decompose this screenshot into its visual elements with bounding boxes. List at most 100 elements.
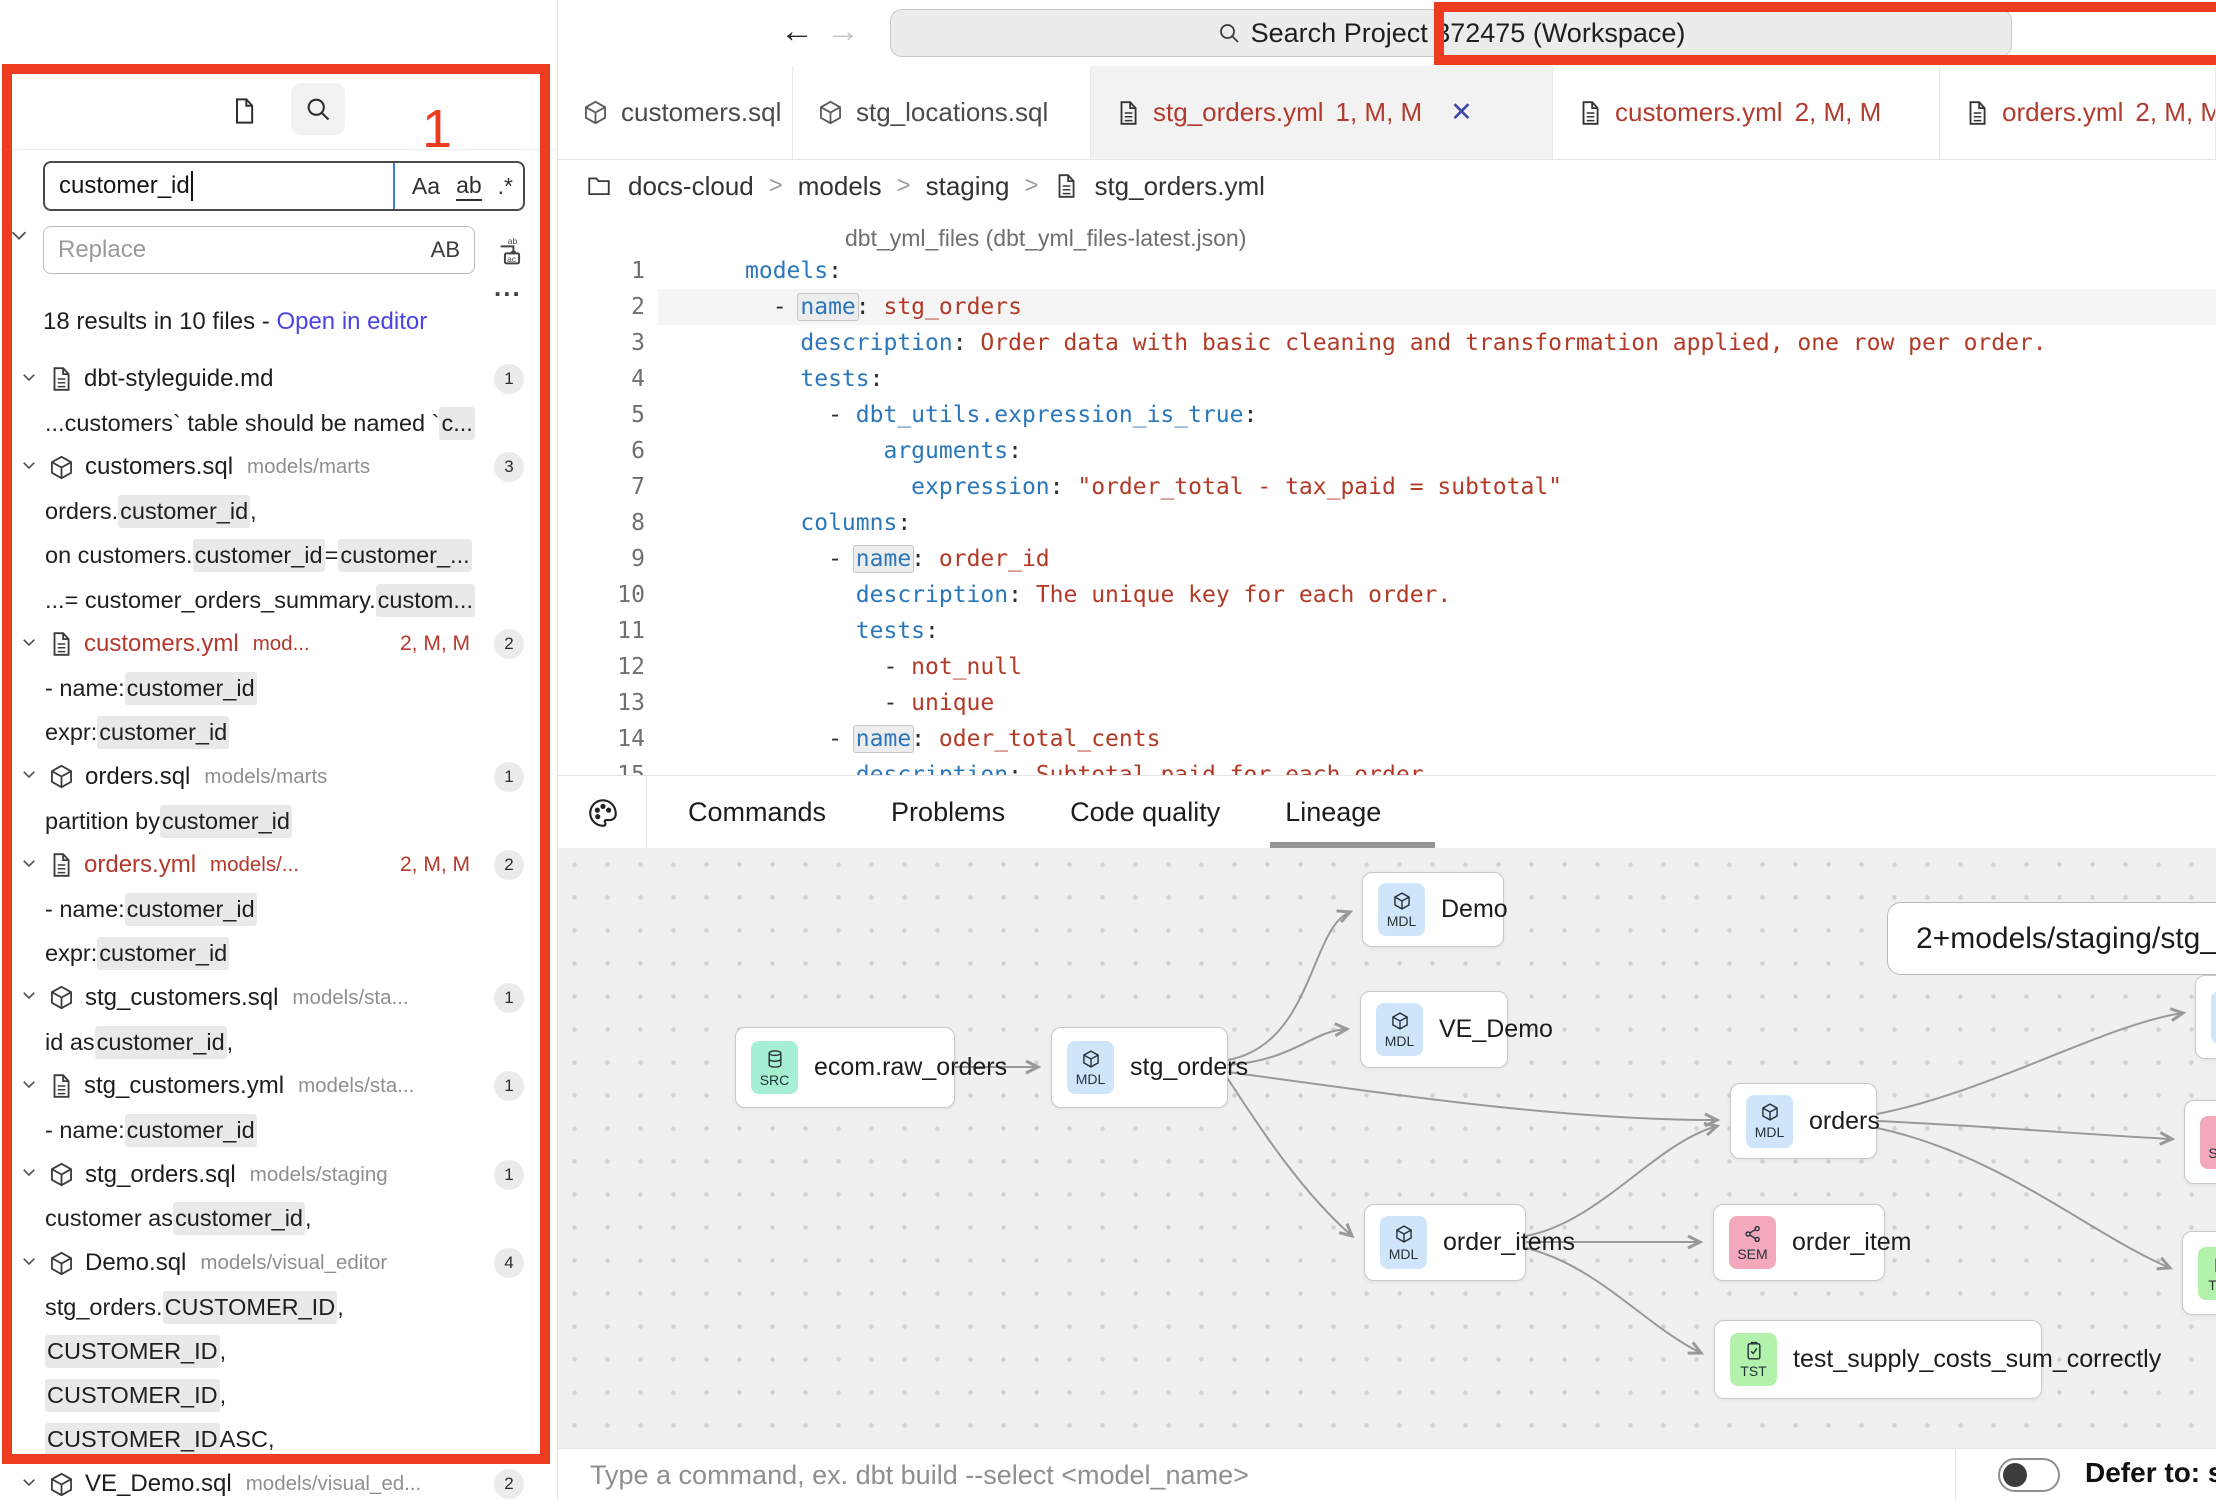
lineage-node-p2[interactable]: SEM [2184, 1100, 2216, 1184]
result-file-row[interactable]: Demo.sqlmodels/visual_editor4 [0, 1241, 558, 1285]
forward-arrow-icon[interactable]: → [826, 12, 860, 51]
lineage-edge-orders-p3 [1877, 1128, 2170, 1268]
breadcrumb-item[interactable]: models [798, 171, 882, 202]
code-line[interactable]: 12 - not_null [558, 649, 2216, 685]
result-match-row[interactable]: expr: customer_id [0, 711, 558, 755]
result-match-row[interactable]: - name: customer_id [0, 666, 558, 710]
result-file-row[interactable]: stg_customers.sqlmodels/sta...1 [0, 976, 558, 1020]
match-count-badge: 2 [494, 850, 524, 880]
breadcrumb-item[interactable]: stg_orders.yml [1094, 171, 1265, 202]
lineage-node-p1[interactable]: MDL [2195, 975, 2216, 1059]
node-type-badge-mdl: MDL [1378, 883, 1425, 936]
tab-orders.yml[interactable]: orders.yml2, M, M [1940, 66, 2216, 159]
model-cube-icon [48, 984, 75, 1011]
code-text: - not_null [745, 654, 1022, 680]
code-line[interactable]: 6 arguments: [558, 433, 2216, 469]
result-file-row[interactable]: orders.ymlmodels/...2, M, M2 [0, 843, 558, 887]
tab-stg_orders.yml[interactable]: stg_orders.yml1, M, M✕ [1091, 66, 1553, 159]
code-line[interactable]: 14 - name: oder_total_cents [558, 721, 2216, 757]
code-line[interactable]: 3 description: Order data with basic cle… [558, 325, 2216, 361]
lineage-node-Demo[interactable]: MDLDemo [1362, 872, 1504, 947]
folder-icon [585, 173, 613, 199]
lineage-node-order_item[interactable]: SEMorder_item [1713, 1204, 1885, 1281]
back-arrow-icon[interactable]: ← [780, 12, 814, 51]
result-match-row[interactable]: CUSTOMER_ID, [0, 1329, 558, 1373]
tab-stg_locations.sql[interactable]: stg_locations.sql [793, 66, 1091, 159]
node-label: ecom.raw_orders [814, 1053, 1007, 1082]
lineage-node-p3[interactable]: TST [2182, 1231, 2216, 1315]
line-number: 5 [558, 402, 645, 428]
code-line[interactable]: 5 - dbt_utils.expression_is_true: [558, 397, 2216, 433]
lineage-node-order_items[interactable]: MDLorder_items [1364, 1204, 1526, 1281]
chevron-down-icon[interactable] [20, 456, 38, 479]
match-text: = [325, 542, 339, 569]
lineage-node-VE_Demo[interactable]: MDLVE_Demo [1360, 991, 1508, 1068]
code-line[interactable]: 4 tests: [558, 361, 2216, 397]
chevron-down-icon[interactable] [20, 1163, 38, 1186]
code-text: - unique [745, 690, 994, 716]
result-match-row[interactable]: CUSTOMER_ID, [0, 1374, 558, 1418]
palette-icon[interactable] [582, 792, 624, 834]
result-match-row[interactable]: ...= customer_orders_summary.custom... [0, 578, 558, 622]
chevron-down-icon[interactable] [20, 368, 38, 391]
code-line[interactable]: 11 tests: [558, 613, 2216, 649]
lineage-node-test_supply_costs_sum_correctly[interactable]: TSTtest_supply_costs_sum_correctly [1714, 1320, 2042, 1399]
result-match-row[interactable]: partition by customer_id [0, 799, 558, 843]
code-line[interactable]: 2 - name: stg_orders [558, 289, 2216, 325]
tab-customers.sql[interactable]: customers.sql [558, 66, 793, 159]
code-line[interactable]: 7 expression: "order_total - tax_paid = … [558, 469, 2216, 505]
defer-toggle[interactable] [1998, 1458, 2060, 1492]
result-match-row[interactable]: - name: customer_id [0, 887, 558, 931]
tab-customers.yml[interactable]: customers.yml2, M, M [1553, 66, 1940, 159]
panel-tab-code-quality[interactable]: Code quality [1070, 797, 1220, 828]
result-file-row[interactable]: stg_orders.sqlmodels/staging1 [0, 1153, 558, 1197]
lineage-node-stg_orders[interactable]: MDLstg_orders [1051, 1027, 1228, 1108]
code-line[interactable]: 1models: [558, 253, 2216, 289]
result-file-row[interactable]: VE_Demo.sqlmodels/visual_ed...2 [0, 1462, 558, 1500]
lineage-canvas[interactable]: SRCecom.raw_ordersMDLstg_ordersMDLDemoMD… [558, 848, 2216, 1448]
panel-tab-lineage[interactable]: Lineage [1285, 797, 1381, 828]
chevron-down-icon[interactable] [20, 633, 38, 656]
code-editor[interactable]: dbt_yml_files (dbt_yml_files-latest.json… [558, 212, 2216, 775]
result-match-row[interactable]: CUSTOMER_ID ASC, [0, 1418, 558, 1462]
chevron-down-icon[interactable] [20, 1473, 38, 1496]
chevron-down-icon[interactable] [20, 854, 38, 877]
code-text: models: [745, 258, 842, 284]
result-file-dir: models/marts [204, 765, 327, 789]
result-match-row[interactable]: customer as customer_id, [0, 1197, 558, 1241]
code-line[interactable]: 9 - name: order_id [558, 541, 2216, 577]
project-search-bar[interactable]: Search Project 372475 (Workspace) [890, 9, 2012, 57]
chevron-down-icon[interactable] [20, 1252, 38, 1275]
match-text: customer as [45, 1205, 173, 1232]
panel-tab-problems[interactable]: Problems [891, 797, 1005, 828]
result-match-row[interactable]: ...customers` table should be named `c..… [0, 401, 558, 445]
result-file-row[interactable]: stg_customers.ymlmodels/sta...1 [0, 1064, 558, 1108]
command-input[interactable]: Type a command, ex. dbt build --select <… [590, 1460, 1249, 1491]
code-line[interactable]: 13 - unique [558, 685, 2216, 721]
lineage-node-orders[interactable]: MDLorders [1730, 1083, 1877, 1159]
code-text: - name: stg_orders [745, 294, 1022, 320]
result-match-row[interactable]: id as customer_id, [0, 1020, 558, 1064]
breadcrumb-item[interactable]: staging [926, 171, 1010, 202]
chevron-down-icon[interactable] [20, 1075, 38, 1098]
result-match-row[interactable]: orders.customer_id, [0, 490, 558, 534]
panel-tab-commands[interactable]: Commands [688, 797, 826, 828]
result-match-row[interactable]: on customers.customer_id = customer_... [0, 534, 558, 578]
result-file-row[interactable]: customers.ymlmod...2, M, M2 [0, 622, 558, 666]
result-match-row[interactable]: expr: customer_id [0, 932, 558, 976]
result-match-row[interactable]: stg_orders.CUSTOMER_ID, [0, 1285, 558, 1329]
result-file-row[interactable]: customers.sqlmodels/marts3 [0, 445, 558, 489]
result-file-row[interactable]: orders.sqlmodels/marts1 [0, 755, 558, 799]
lineage-node-ecom.raw_orders[interactable]: SRCecom.raw_orders [735, 1027, 955, 1108]
chevron-down-icon[interactable] [20, 986, 38, 1009]
lineage-selector-label[interactable]: 2+models/staging/stg_ord [1887, 902, 2216, 975]
result-file-row[interactable]: dbt-styleguide.md1 [0, 357, 558, 401]
breadcrumb-item[interactable]: docs-cloud [628, 171, 754, 202]
line-number: 13 [558, 690, 645, 716]
close-icon[interactable]: ✕ [1450, 97, 1473, 128]
code-line[interactable]: 8 columns: [558, 505, 2216, 541]
chevron-down-icon[interactable] [20, 765, 38, 788]
code-line[interactable]: 15 description: Subtotal paid for each o… [558, 757, 2216, 775]
code-line[interactable]: 10 description: The unique key for each … [558, 577, 2216, 613]
result-match-row[interactable]: - name: customer_id [0, 1108, 558, 1152]
